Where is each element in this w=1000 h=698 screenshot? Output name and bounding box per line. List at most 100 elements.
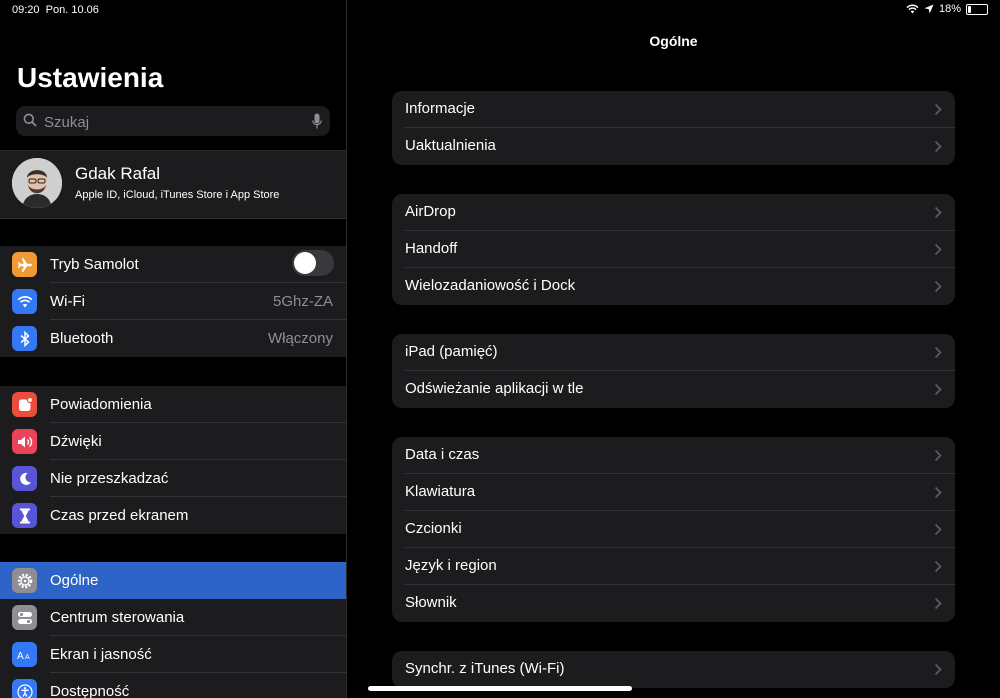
sidebar-item-label: Dźwięki	[50, 433, 102, 450]
chevron-right-icon	[934, 486, 942, 504]
sidebar-item-display[interactable]: AA Ekran i jasność	[0, 636, 346, 673]
settings-row[interactable]: Wielozadaniowość i Dock	[392, 268, 955, 305]
sidebar: Ustawienia Gdak Rafal Apple ID, iCloud, …	[0, 0, 347, 698]
bluetooth-value: Włączony	[267, 330, 333, 347]
settings-row-label: iPad (pamięć)	[405, 343, 498, 360]
status-right: 18%	[906, 3, 988, 15]
settings-row[interactable]: Język i region	[392, 548, 955, 585]
chevron-right-icon	[934, 597, 942, 615]
chevron-right-icon	[934, 560, 942, 578]
sounds-icon	[12, 429, 37, 454]
settings-row-label: Klawiatura	[405, 483, 476, 500]
toggles-icon	[12, 605, 37, 630]
chevron-right-icon	[934, 280, 942, 298]
settings-row-label: Słownik	[405, 594, 457, 611]
chevron-right-icon	[934, 663, 942, 681]
settings-row-label: Czcionki	[405, 520, 462, 537]
settings-row[interactable]: Odświeżanie aplikacji w tle	[392, 371, 955, 408]
bluetooth-icon	[12, 326, 37, 351]
wifi-icon	[12, 289, 37, 314]
chevron-right-icon	[934, 243, 942, 261]
sidebar-item-airplane-mode[interactable]: Tryb Samolot	[0, 246, 346, 283]
sidebar-item-label: Dostępność	[50, 683, 130, 698]
settings-row-label: Język i region	[405, 557, 497, 574]
wifi-status-icon	[906, 4, 919, 14]
chevron-right-icon	[934, 346, 942, 364]
hourglass-icon	[12, 503, 37, 528]
chevron-right-icon	[934, 103, 942, 121]
settings-row-label: Data i czas	[405, 446, 480, 463]
notifications-icon	[12, 392, 37, 417]
moon-icon	[12, 466, 37, 491]
chevron-right-icon	[934, 449, 942, 467]
wifi-network-value: 5Ghz-ZA	[272, 293, 333, 310]
settings-group: Synchr. z iTunes (Wi-Fi)	[392, 651, 955, 688]
sidebar-item-notifications[interactable]: Powiadomienia	[0, 386, 346, 423]
settings-row[interactable]: Czcionki	[392, 511, 955, 548]
settings-row[interactable]: Słownik	[392, 585, 955, 622]
svg-text:A: A	[17, 651, 24, 661]
sidebar-item-sounds[interactable]: Dźwięki	[0, 423, 346, 460]
sidebar-item-wifi[interactable]: Wi-Fi 5Ghz-ZA	[0, 283, 346, 320]
settings-row-label: Odświeżanie aplikacji w tle	[405, 380, 584, 397]
microphone-icon[interactable]	[312, 113, 322, 129]
status-time-date: 09:20 Pon. 10.06	[12, 4, 99, 16]
settings-row-label: Handoff	[405, 240, 458, 257]
profile-subtitle: Apple ID, iCloud, iTunes Store i App Sto…	[75, 189, 280, 201]
sidebar-item-bluetooth[interactable]: Bluetooth Włączony	[0, 320, 346, 357]
settings-row[interactable]: iPad (pamięć)	[392, 334, 955, 371]
settings-row[interactable]: AirDrop	[392, 194, 955, 231]
sidebar-item-accessibility[interactable]: Dostępność	[0, 673, 346, 698]
search-field[interactable]	[16, 106, 330, 136]
sidebar-item-label: Ekran i jasność	[50, 646, 152, 663]
chevron-right-icon	[934, 140, 942, 158]
battery-percent: 18%	[938, 3, 961, 15]
sidebar-title: Ustawienia	[17, 62, 164, 93]
airplane-mode-toggle[interactable]	[292, 250, 334, 276]
avatar	[12, 158, 62, 208]
chevron-right-icon	[934, 383, 942, 401]
sidebar-item-label: Powiadomienia	[50, 396, 152, 413]
apple-id-profile[interactable]: Gdak Rafal Apple ID, iCloud, iTunes Stor…	[0, 150, 346, 219]
accessibility-icon	[12, 679, 37, 698]
settings-row-label: AirDrop	[405, 203, 456, 220]
sidebar-item-label: Wi-Fi	[50, 293, 85, 310]
settings-row-label: Wielozadaniowość i Dock	[405, 277, 576, 294]
airplane-icon	[12, 252, 37, 277]
profile-name: Gdak Rafal	[75, 164, 161, 183]
search-input[interactable]	[42, 111, 306, 133]
settings-group: AirDrop Handoff Wielozadaniowość i Dock	[392, 194, 955, 305]
sidebar-item-label: Ogólne	[50, 572, 99, 589]
svg-text:A: A	[25, 654, 30, 661]
chevron-right-icon	[934, 206, 942, 224]
sidebar-item-label: Nie przeszkadzać	[50, 470, 169, 487]
sidebar-item-label: Tryb Samolot	[50, 256, 139, 273]
settings-row-label: Synchr. z iTunes (Wi-Fi)	[405, 660, 565, 677]
settings-row[interactable]: Uaktualnienia	[392, 128, 955, 165]
page-title: Ogólne	[649, 33, 698, 49]
location-icon	[924, 4, 934, 14]
settings-row[interactable]: Handoff	[392, 231, 955, 268]
home-indicator[interactable]	[368, 686, 632, 691]
search-icon	[23, 113, 37, 127]
settings-row[interactable]: Klawiatura	[392, 474, 955, 511]
display-icon: AA	[12, 642, 37, 667]
sidebar-item-do-not-disturb[interactable]: Nie przeszkadzać	[0, 460, 346, 497]
sidebar-item-label: Bluetooth	[50, 330, 114, 347]
battery-icon	[966, 3, 988, 15]
sidebar-item-control-center[interactable]: Centrum sterowania	[0, 599, 346, 636]
sidebar-item-general[interactable]: Ogólne	[0, 562, 346, 599]
sidebar-item-label: Czas przed ekranem	[50, 507, 189, 524]
gear-icon	[12, 568, 37, 593]
settings-group: iPad (pamięć) Odświeżanie aplikacji w tle	[392, 334, 955, 408]
settings-row[interactable]: Data i czas	[392, 437, 955, 474]
settings-row[interactable]: Synchr. z iTunes (Wi-Fi)	[392, 651, 955, 688]
notifications-group: Powiadomienia Dźwięki Nie przeszkadzać C…	[0, 386, 346, 534]
settings-group: Informacje Uaktualnienia	[392, 91, 955, 165]
settings-group: Data i czas Klawiatura Czcionki Język i reg…	[392, 437, 955, 622]
sidebar-item-screen-time[interactable]: Czas przed ekranem	[0, 497, 346, 534]
settings-row-label: Informacje	[405, 100, 476, 117]
settings-row[interactable]: Informacje	[392, 91, 955, 128]
status-bar: 09:20 Pon. 10.06 18%	[0, 0, 1000, 20]
sidebar-item-label: Centrum sterowania	[50, 609, 185, 626]
